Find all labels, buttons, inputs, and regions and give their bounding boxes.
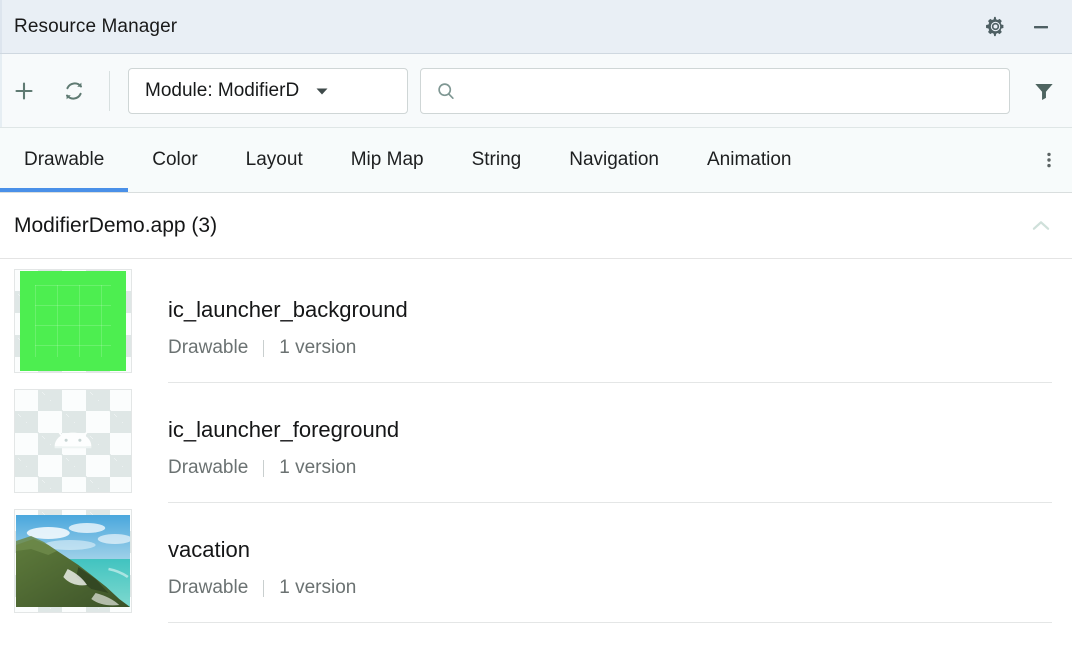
minimize-icon[interactable] xyxy=(1028,14,1054,40)
resource-versions: 1 version xyxy=(279,457,357,478)
resource-list-panel: ModifierDemo.app (3) ic_launcher_backgro… xyxy=(0,193,1072,672)
resource-row-vacation[interactable]: vacation Drawable 1 version xyxy=(0,503,1072,623)
gear-icon[interactable] xyxy=(982,14,1008,40)
toolbar-separator xyxy=(109,70,110,111)
section-header-modifierdemo-app[interactable]: ModifierDemo.app (3) xyxy=(0,193,1072,259)
title-bar-left-edge xyxy=(0,0,2,53)
resource-name: ic_launcher_foreground xyxy=(168,417,400,442)
tab-animation[interactable]: Animation xyxy=(683,128,816,192)
resource-name: ic_launcher_background xyxy=(168,297,408,322)
tab-label: Drawable xyxy=(24,149,105,170)
resource-subtitle: Drawable 1 version xyxy=(168,457,1052,479)
tab-label: Layout xyxy=(245,149,303,170)
tab-label: String xyxy=(471,149,522,170)
module-selector[interactable]: Module: ModifierD xyxy=(128,67,408,114)
search-input[interactable] xyxy=(467,68,1009,113)
row-divider xyxy=(168,622,1052,623)
resource-list: ic_launcher_background Drawable 1 versio… xyxy=(0,259,1072,623)
resource-row-ic-launcher-foreground[interactable]: ic_launcher_foreground Drawable 1 versio… xyxy=(0,383,1072,503)
toolbar-left-edge xyxy=(0,54,2,127)
resource-thumbnail xyxy=(14,509,132,613)
refresh-icon[interactable] xyxy=(57,74,91,108)
plus-icon[interactable] xyxy=(7,74,41,108)
tab-layout[interactable]: Layout xyxy=(222,128,327,192)
tab-navigation[interactable]: Navigation xyxy=(545,128,683,192)
chevron-down-icon xyxy=(313,82,331,100)
resource-subtitle: Drawable 1 version xyxy=(168,577,1052,599)
page-title: Resource Manager xyxy=(14,15,178,37)
resource-type: Drawable xyxy=(168,577,249,598)
resource-thumbnail xyxy=(14,269,132,373)
filter-icon[interactable] xyxy=(1024,71,1064,111)
subtitle-separator xyxy=(263,459,265,477)
resource-type: Drawable xyxy=(168,457,249,478)
tab-active-underline xyxy=(0,188,129,192)
resource-thumbnail xyxy=(14,389,132,493)
tab-label: Animation xyxy=(707,149,792,170)
module-selector-label: Module: ModifierD xyxy=(145,79,300,101)
search-icon xyxy=(435,80,457,102)
tab-label: Navigation xyxy=(569,149,659,170)
window-title-bar: Resource Manager xyxy=(0,0,1072,54)
coastal-cliff-photo-icon xyxy=(16,515,130,607)
subtitle-separator xyxy=(263,339,265,357)
tab-label: Mip Map xyxy=(350,149,424,170)
resource-info: ic_launcher_background Drawable 1 versio… xyxy=(168,263,1072,383)
resource-info: vacation Drawable 1 version xyxy=(168,503,1072,623)
resource-versions: 1 version xyxy=(279,337,357,358)
resource-type: Drawable xyxy=(168,337,249,358)
tab-drawable[interactable]: Drawable xyxy=(0,128,129,192)
resource-name: vacation xyxy=(168,537,250,562)
subtitle-separator xyxy=(263,579,265,597)
android-robot-head-icon xyxy=(20,391,126,491)
tab-string[interactable]: String xyxy=(448,128,546,192)
more-vertical-icon[interactable] xyxy=(1026,128,1072,192)
tab-label: Color xyxy=(152,149,198,170)
tab-color[interactable]: Color xyxy=(128,128,221,192)
window-actions xyxy=(982,14,1072,40)
resource-type-tabs: Drawable Color Layout Mip Map String Nav… xyxy=(0,128,1072,193)
green-color-swatch-icon xyxy=(20,271,126,371)
tab-mip-map[interactable]: Mip Map xyxy=(327,128,448,192)
resource-subtitle: Drawable 1 version xyxy=(168,337,1052,359)
toolbar: Module: ModifierD xyxy=(0,54,1072,128)
section-title: ModifierDemo.app (3) xyxy=(14,213,218,237)
resource-info: ic_launcher_foreground Drawable 1 versio… xyxy=(168,383,1072,503)
resource-row-ic-launcher-background[interactable]: ic_launcher_background Drawable 1 versio… xyxy=(0,263,1072,383)
resource-manager-window: Resource Manager Module: ModifierD Drawa… xyxy=(0,0,1072,672)
resource-versions: 1 version xyxy=(279,577,357,598)
chevron-up-icon[interactable] xyxy=(1026,211,1056,241)
search-field[interactable] xyxy=(420,67,1010,114)
